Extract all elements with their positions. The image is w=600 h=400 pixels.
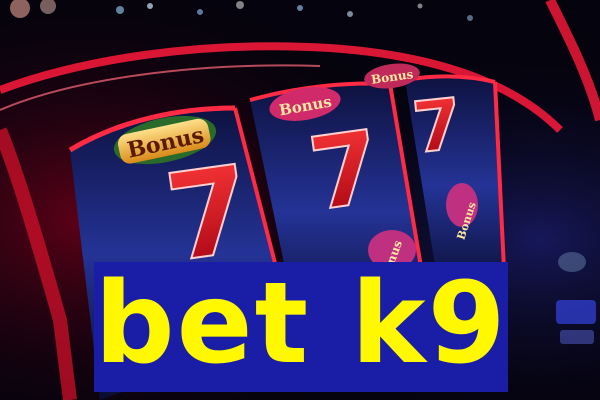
slot-machine-photo: Bonus 7 Bonus 7 Bonus Bonus 7 Bonus bet … xyxy=(0,0,600,400)
reel-3-seven-symbol: 7 xyxy=(409,83,466,170)
banner-title: bet k9 xyxy=(94,259,508,389)
title-banner: bet k9 xyxy=(94,262,508,392)
